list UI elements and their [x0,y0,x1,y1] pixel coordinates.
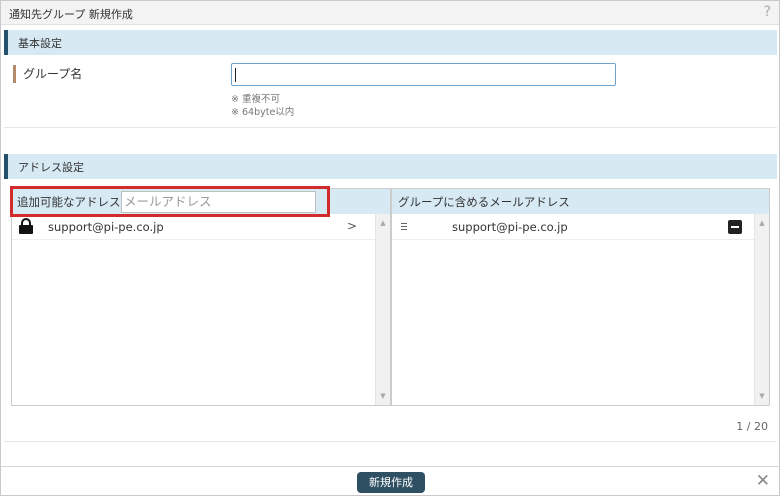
available-address-email: support@pi-pe.co.jp [48,220,164,234]
note-unique: ※ 重複不可 [231,94,280,105]
dialog-window: 通知先グループ 新規作成 ? 基本設定 グループ名 ※ 重複不可 ※ 64byt… [0,0,780,496]
scroll-up-icon[interactable]: ▲ [755,216,769,230]
text-caret [235,68,236,82]
address-settings-header: アドレス設定 [4,154,777,179]
title-bar: 通知先グループ 新規作成 ? [1,1,779,25]
remove-address-button[interactable] [728,220,742,234]
group-address-row[interactable]: support@pi-pe.co.jp [392,214,755,240]
add-to-group-button[interactable]: > [347,219,357,233]
dialog-title: 通知先グループ 新規作成 [9,8,133,21]
available-list-scrollbar[interactable]: ▲ ▼ [375,214,390,405]
scroll-down-icon[interactable]: ▼ [376,389,390,403]
section-divider [4,127,777,128]
available-address-panel: support@pi-pe.co.jp > ▲ ▼ [11,188,391,406]
dialog-footer: 新規作成 ✕ [1,466,779,495]
available-address-row[interactable]: support@pi-pe.co.jp > [12,214,376,240]
available-address-label: 追加可能なアドレス [17,195,121,209]
group-panel-header: グループに含めるメールアドレス [392,189,769,214]
pagination: 1 / 20 [736,420,768,433]
note-length: ※ 64byte以内 [231,107,295,118]
help-icon[interactable]: ? [764,4,771,20]
scroll-up-icon[interactable]: ▲ [376,216,390,230]
group-address-email: support@pi-pe.co.jp [452,220,568,234]
address-search-highlight: 追加可能なアドレス メールアドレス [10,186,330,217]
group-name-label: グループ名 [13,65,82,83]
lock-icon [19,218,33,234]
scroll-down-icon[interactable]: ▼ [755,389,769,403]
address-settings-title: アドレス設定 [18,161,84,174]
group-list-scrollbar[interactable]: ▲ ▼ [754,214,769,405]
basic-settings-header: 基本設定 [4,30,777,55]
basic-settings-title: 基本設定 [18,37,62,50]
footer-divider [4,441,777,442]
create-button[interactable]: 新規作成 [357,472,425,493]
group-address-label: グループに含めるメールアドレス [398,195,570,209]
address-search-input[interactable]: メールアドレス [121,191,316,213]
close-icon[interactable]: ✕ [756,471,770,491]
group-address-panel: グループに含めるメールアドレス support@pi-pe.co.jp ▲ ▼ [391,188,770,406]
group-name-input[interactable] [231,63,616,86]
drag-handle-icon[interactable] [398,221,410,233]
